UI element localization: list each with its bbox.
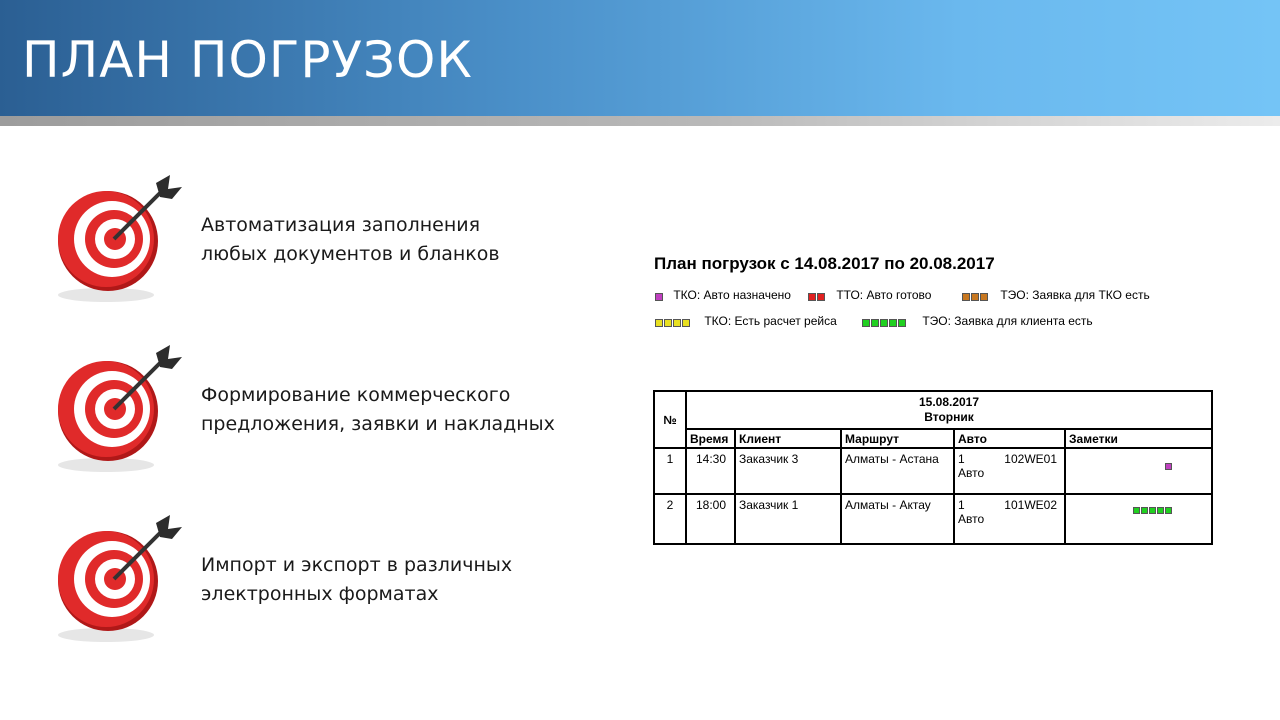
legend-swatch <box>655 315 691 329</box>
column-header-client: Клиент <box>734 428 842 449</box>
swatch-square <box>808 292 816 301</box>
header-banner: ПЛАН ПОГРУЗОК <box>0 0 1280 116</box>
header-divider <box>0 116 1280 126</box>
legend-item-auto-assigned: ТКО: Авто назначено <box>655 288 791 302</box>
row-time: 18:00 <box>685 493 736 545</box>
swatch-square <box>871 318 879 327</box>
swatch-square <box>682 318 690 327</box>
legend-item-auto-ready: ТТО: Авто готово <box>808 288 931 302</box>
feature-item: Автоматизация заполнения любых документо… <box>48 165 648 305</box>
auto-plate: 101WE02 <box>1004 498 1057 512</box>
legend-swatch <box>962 289 989 303</box>
status-mark <box>1149 507 1156 514</box>
legend-label: ТЭО: Заявка для ТКО есть <box>1000 288 1150 302</box>
auto-label: Авто <box>958 512 985 526</box>
swatch-square <box>880 318 888 327</box>
feature-text: Формирование коммерческого предложения, … <box>201 384 555 435</box>
table-row: 1 14:30 Заказчик 3 Алматы - Астана 1 102… <box>653 447 1213 495</box>
row-time: 14:30 <box>685 447 736 495</box>
swatch-square <box>673 318 681 327</box>
swatch-square <box>898 318 906 327</box>
swatch-square <box>664 318 672 327</box>
swatch-square <box>971 292 979 301</box>
status-marks <box>1133 503 1173 517</box>
legend-label: ТТО: Авто готово <box>836 288 932 302</box>
row-number: 1 <box>653 447 687 495</box>
swatch-square <box>655 318 663 327</box>
row-route: Алматы - Актау <box>840 493 955 545</box>
date-label: 15.08.2017 <box>918 395 980 409</box>
row-route: Алматы - Астана <box>840 447 955 495</box>
loading-table: № 15.08.2017 Вторник Время Клиент Маршру… <box>653 390 1213 545</box>
target-icon <box>58 345 182 472</box>
feature-item: Импорт и экспорт в различных электронных… <box>48 505 648 645</box>
legend-item-tko-request: ТЭО: Заявка для ТКО есть <box>962 288 1150 302</box>
auto-number: 1 <box>958 498 965 512</box>
plan-title: План погрузок с 14.08.2017 по 20.08.2017 <box>654 254 995 273</box>
legend-label: ТКО: Авто назначено <box>673 288 791 302</box>
legend-item-trip-calc: ТКО: Есть расчет рейса <box>655 314 837 328</box>
feature-text: Автоматизация заполнения любых документо… <box>201 214 500 265</box>
auto-plate: 102WE01 <box>1004 452 1057 466</box>
legend-item-client-request: ТЭО: Заявка для клиента есть <box>862 314 1093 328</box>
row-auto: 1 102WE01 Авто <box>953 447 1066 495</box>
row-client: Заказчик 1 <box>734 493 842 545</box>
status-mark <box>1165 507 1172 514</box>
swatch-square <box>817 292 825 301</box>
row-notes <box>1064 493 1213 545</box>
auto-label: Авто <box>958 466 985 480</box>
legend-swatch <box>655 289 664 303</box>
swatch-square <box>980 292 988 301</box>
target-icon <box>58 175 182 302</box>
date-header: 15.08.2017 Вторник <box>685 390 1213 430</box>
page-title: ПЛАН ПОГРУЗОК <box>22 31 473 89</box>
weekday-label: Вторник <box>924 410 974 424</box>
number-column-header: № <box>653 390 687 449</box>
table-row: 2 18:00 Заказчик 1 Алматы - Актау 1 101W… <box>653 493 1213 545</box>
feature-text: Импорт и экспорт в различных электронных… <box>201 554 513 605</box>
swatch-square <box>862 318 870 327</box>
column-header-notes: Заметки <box>1064 428 1213 449</box>
swatch-square <box>962 292 970 301</box>
row-auto: 1 101WE02 Авто <box>953 493 1066 545</box>
column-header-auto: Авто <box>953 428 1066 449</box>
row-client: Заказчик 3 <box>734 447 842 495</box>
legend-label: ТЭО: Заявка для клиента есть <box>922 314 1093 328</box>
legend-swatch <box>808 289 826 303</box>
swatch-square <box>655 292 663 301</box>
legend-swatch <box>862 315 907 329</box>
status-mark <box>1165 463 1172 470</box>
row-notes <box>1064 447 1213 495</box>
target-icon <box>58 515 182 642</box>
swatch-square <box>889 318 897 327</box>
column-header-route: Маршрут <box>840 428 955 449</box>
auto-number: 1 <box>958 452 965 466</box>
status-mark <box>1141 507 1148 514</box>
status-mark <box>1133 507 1140 514</box>
row-number: 2 <box>653 493 687 545</box>
status-mark <box>1157 507 1164 514</box>
legend-label: ТКО: Есть расчет рейса <box>704 314 837 328</box>
column-header-time: Время <box>685 428 736 449</box>
status-marks <box>1165 459 1173 473</box>
feature-item: Формирование коммерческого предложения, … <box>48 335 648 475</box>
